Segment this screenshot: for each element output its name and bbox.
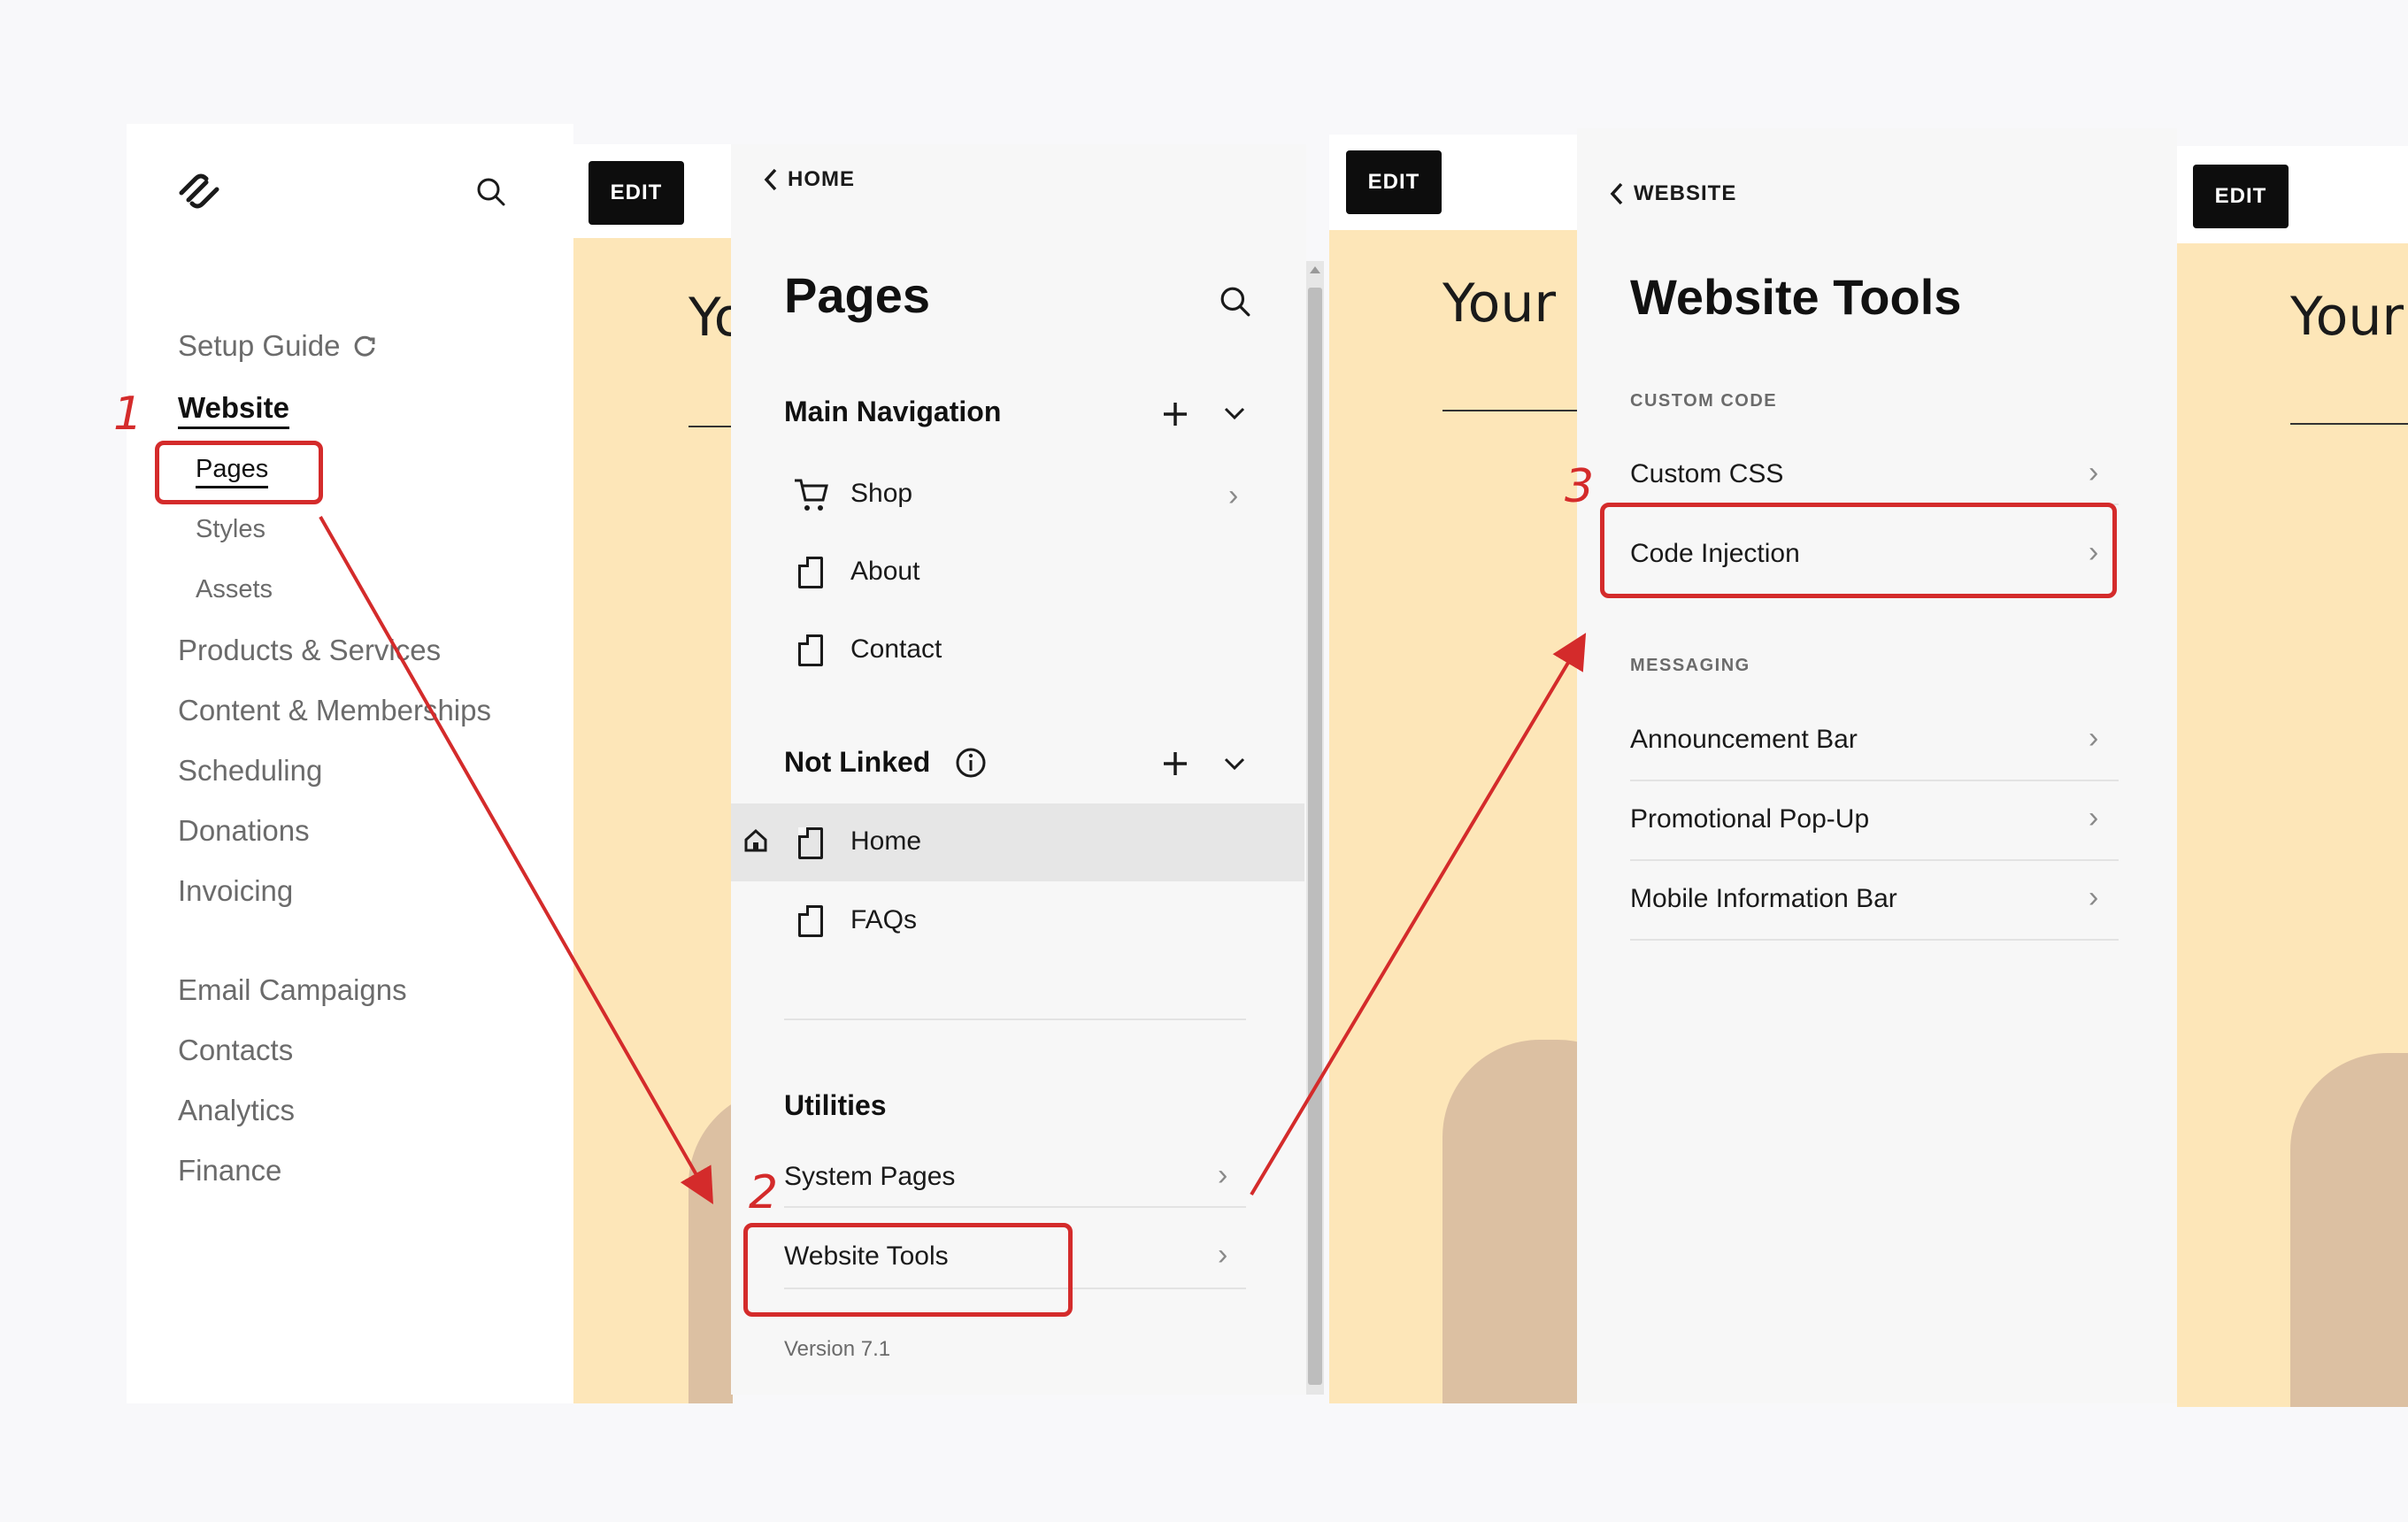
arrow-step2-to-step3 xyxy=(1250,633,1587,1196)
arrow-step1-to-step2 xyxy=(319,516,713,1204)
annotation-arrows xyxy=(319,516,1587,1204)
